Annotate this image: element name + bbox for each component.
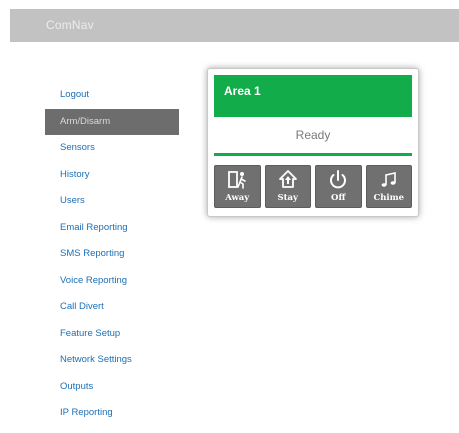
sidebar-nav: Logout Arm/Disarm Sensors History Users …	[45, 82, 179, 427]
sidebar-item-users[interactable]: Users	[45, 188, 179, 215]
brand-logo: ComNav	[46, 18, 94, 32]
sidebar-item-sensors[interactable]: Sensors	[45, 135, 179, 162]
away-icon	[228, 171, 247, 189]
stay-icon	[278, 170, 297, 188]
sidebar-item-outputs[interactable]: Outputs	[45, 374, 179, 401]
area-title: Area 1	[224, 84, 261, 98]
sidebar-item-ip-reporting[interactable]: IP Reporting	[45, 400, 179, 427]
area-status-text: Ready	[295, 128, 331, 142]
status-indicator-bar	[214, 153, 412, 156]
off-button[interactable]: Off	[315, 165, 362, 208]
stay-label: Stay	[277, 193, 298, 203]
chime-label: Chime	[373, 193, 405, 203]
sidebar-item-voice-reporting[interactable]: Voice Reporting	[45, 268, 179, 295]
chime-icon	[381, 172, 396, 187]
stay-button[interactable]: Stay	[264, 165, 311, 208]
area-header: Area 1	[214, 75, 412, 117]
away-label: Away	[225, 193, 250, 203]
sidebar-item-email-reporting[interactable]: Email Reporting	[45, 215, 179, 242]
area-card: Area 1 Ready Away Stay Off Chime	[207, 68, 419, 217]
chime-button[interactable]: Chime	[365, 165, 412, 208]
power-icon	[330, 170, 347, 189]
arm-button-row: Away Stay Off Chime	[214, 165, 412, 208]
sidebar-item-sms-reporting[interactable]: SMS Reporting	[45, 241, 179, 268]
sidebar-item-history[interactable]: History	[45, 162, 179, 189]
off-label: Off	[331, 193, 346, 203]
sidebar-item-feature-setup[interactable]: Feature Setup	[45, 321, 179, 348]
sidebar-item-arm-disarm[interactable]: Arm/Disarm	[45, 108, 179, 135]
sidebar-item-logout[interactable]: Logout	[45, 82, 179, 109]
sidebar-item-call-divert[interactable]: Call Divert	[45, 294, 179, 321]
away-button[interactable]: Away	[214, 165, 261, 208]
top-bar: ComNav	[10, 9, 459, 42]
sidebar-item-network-settings[interactable]: Network Settings	[45, 347, 179, 374]
